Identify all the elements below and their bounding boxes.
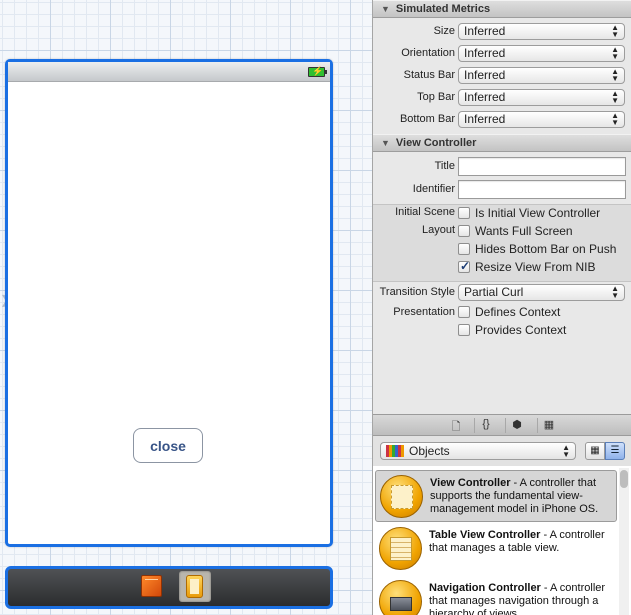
title-label: Title — [434, 160, 455, 172]
list-view-icon[interactable]: ☰ — [605, 442, 625, 460]
storyboard-canvas[interactable]: ❯ ⚡ close — [0, 0, 372, 615]
popup-arrows-icon: ▲ ▼ — [611, 45, 619, 61]
wants-full-screen-checkbox[interactable] — [458, 225, 470, 237]
simulated-status-bar: ⚡ — [8, 62, 330, 82]
popup-arrows-icon: ▲ ▼ — [611, 89, 619, 105]
bottom-bar-popup[interactable]: Inferred ▲ ▼ — [458, 111, 625, 128]
resize-view-from-nib-checkbox[interactable] — [458, 259, 470, 273]
view-controller-header[interactable]: ▼ View Controller — [373, 134, 631, 152]
transition-style-popup[interactable]: Partial Curl ▲ ▼ — [458, 284, 625, 301]
library-tab-bar: 🗋 {} ⬢ ▦ — [373, 414, 631, 436]
defines-context-option[interactable]: Defines Context — [475, 305, 560, 319]
first-responder-icon[interactable] — [141, 575, 162, 597]
status-bar-label: Status Bar — [403, 69, 455, 81]
media-library-icon[interactable]: ▦ — [537, 418, 560, 433]
defines-context-checkbox[interactable] — [458, 306, 470, 318]
orientation-label: Orientation — [401, 47, 455, 59]
code-snippet-icon[interactable]: {} — [474, 418, 497, 433]
presentation-label: Presentation — [393, 306, 455, 318]
navigation-controller-icon — [379, 580, 422, 615]
identifier-field[interactable] — [458, 180, 626, 199]
object-library-icon[interactable]: ⬢ — [505, 418, 528, 433]
library-item-title: Table View Controller — [429, 529, 541, 541]
library-filter-bar: Objects ▲ ▼ ▦ ☰ — [373, 436, 631, 466]
disclosure-triangle-icon[interactable]: ▼ — [381, 138, 390, 148]
popup-arrows-icon: ▲ ▼ — [611, 23, 619, 39]
bottom-bar-label: Bottom Bar — [399, 113, 455, 125]
view-controller-dock-icon[interactable] — [179, 571, 211, 602]
initial-scene-label: Initial Scene — [395, 206, 455, 218]
library-item-title: View Controller — [430, 477, 511, 489]
status-bar-popup[interactable]: Inferred ▲ ▼ — [458, 67, 625, 84]
view-controller-icon — [380, 475, 423, 518]
battery-icon: ⚡ — [308, 66, 327, 77]
popup-arrows-icon: ▲ ▼ — [562, 443, 570, 459]
scene-dock — [5, 566, 333, 609]
library-item-table-view-controller[interactable]: Table View Controller - A controller tha… — [375, 523, 617, 575]
initial-view-controller-option[interactable]: Is Initial View Controller — [475, 206, 600, 220]
hides-bottom-bar-option[interactable]: Hides Bottom Bar on Push — [475, 242, 616, 256]
hides-bottom-bar-checkbox[interactable] — [458, 243, 470, 255]
size-label: Size — [433, 25, 455, 37]
orientation-popup[interactable]: Inferred ▲ ▼ — [458, 45, 625, 62]
title-field[interactable] — [458, 157, 626, 176]
file-template-icon[interactable]: 🗋 — [445, 418, 467, 433]
provides-context-checkbox[interactable] — [458, 324, 470, 336]
transition-style-label: Transition Style — [379, 286, 455, 298]
popup-arrows-icon: ▲ ▼ — [611, 67, 619, 83]
object-library-list[interactable]: View Controller - A controller that supp… — [373, 466, 631, 615]
provides-context-option[interactable]: Provides Context — [475, 323, 566, 337]
initial-view-controller-checkbox[interactable] — [458, 207, 470, 219]
popup-arrows-icon: ▲ ▼ — [611, 284, 619, 300]
scrollbar-thumb[interactable] — [620, 470, 628, 488]
library-item-view-controller[interactable]: View Controller - A controller that supp… — [375, 470, 617, 522]
size-popup[interactable]: Inferred ▲ ▼ — [458, 23, 625, 40]
library-scrollbar[interactable] — [619, 468, 629, 615]
attributes-inspector: ▼ Simulated Metrics Size Inferred ▲ ▼ Orie… — [372, 0, 631, 615]
disclosure-triangle-icon[interactable]: ▼ — [381, 4, 390, 14]
simulated-metrics-header[interactable]: ▼ Simulated Metrics — [373, 0, 631, 18]
wants-full-screen-option[interactable]: Wants Full Screen — [475, 224, 573, 238]
objects-category-icon — [386, 445, 404, 457]
resize-view-from-nib-option[interactable]: Resize View From NIB — [475, 260, 595, 274]
popup-arrows-icon: ▲ ▼ — [611, 111, 619, 127]
identifier-label: Identifier — [412, 183, 455, 195]
library-category-popup[interactable]: Objects ▲ ▼ — [380, 442, 576, 460]
layout-label: Layout — [421, 224, 455, 236]
table-view-controller-icon — [379, 527, 422, 570]
grid-view-icon[interactable]: ▦ — [585, 442, 605, 460]
top-bar-label: Top Bar — [417, 91, 455, 103]
library-item-title: Navigation Controller — [429, 582, 541, 594]
library-item-navigation-controller[interactable]: Navigation Controller - A controller tha… — [375, 576, 617, 615]
view-controller-scene[interactable]: ⚡ close — [5, 59, 333, 547]
top-bar-popup[interactable]: Inferred ▲ ▼ — [458, 89, 625, 106]
divider — [373, 281, 631, 282]
close-button[interactable]: close — [133, 428, 203, 463]
